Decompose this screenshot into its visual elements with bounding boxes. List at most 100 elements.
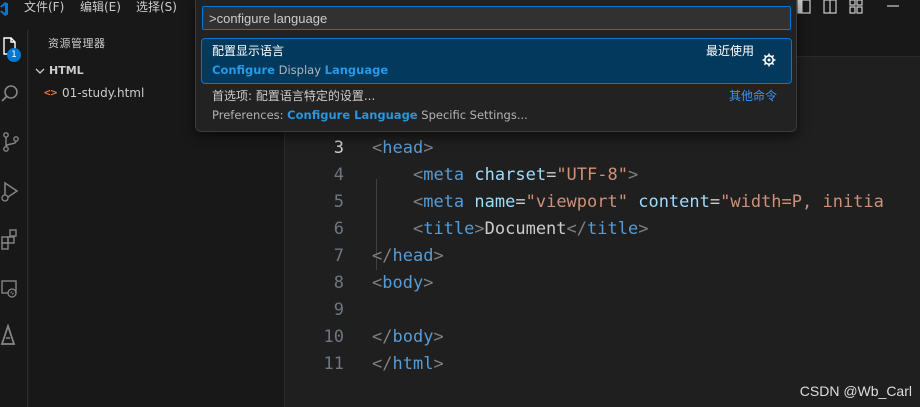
code-token: > [433,246,444,266]
code-line[interactable]: 11 </html> [285,351,920,378]
code-token: body [382,273,424,293]
command-item-configure-language-settings[interactable]: 首选项: 配置语言特定的设置... Preferences: Configure… [202,84,791,128]
line-number: 6 [333,219,344,239]
code-token: </ [372,354,393,374]
detail-highlight: Language [324,63,389,77]
detail-highlight: Configure Language [287,108,418,122]
code-line[interactable]: 5 <meta name="viewport" content="width=P… [285,189,920,216]
code-text: </html> [372,351,444,378]
code-token: </ [372,246,393,266]
minimize-icon[interactable] [885,0,901,14]
source-control-icon[interactable] [0,130,24,154]
activity-bar: 1 [0,30,28,407]
code-token: = [709,192,721,212]
code-token: title [587,219,639,239]
code-token: meta [423,192,465,212]
search-icon[interactable] [0,82,24,106]
code-text: <meta charset="UTF-8"> [372,162,638,189]
code-token: = [515,192,526,212]
line-number: 3 [333,138,344,158]
command-item-configure-display-language[interactable]: 配置显示语言 Configure Display Language 最近使用 [201,38,792,84]
code-text: <title>Document</title> [372,216,649,243]
menu-selection[interactable]: 选择(S) [136,0,177,14]
code-line[interactable]: 7 </head> [285,243,920,270]
toggle-primary-sidebar-icon[interactable] [796,0,812,14]
command-label: 首选项: 配置语言特定的设置... [212,89,376,103]
code-token: Document [484,219,567,239]
recently-used-tag: 最近使用 [705,44,754,58]
code-line[interactable]: 9 [285,297,920,324]
code-token: body [392,327,434,347]
code-token: "width=P, initia [720,192,884,212]
code-token: head [392,246,434,266]
chevron-down-icon [35,68,45,74]
code-token: > [423,138,434,158]
code-token: title [423,219,475,239]
line-number: 11 [323,354,344,374]
code-token: name [474,192,516,212]
command-label: 配置显示语言 [212,44,285,58]
sidebar-title: 资源管理器 [48,37,106,50]
command-palette: 配置显示语言 Configure Display Language 最近使用 首… [195,0,797,132]
code-line[interactable]: 10 </body> [285,324,920,351]
customize-layout-icon[interactable] [848,0,864,14]
code-text: </head> [372,243,444,270]
command-palette-input[interactable] [202,6,791,30]
command-detail: Configure Display Language [212,63,388,77]
detail-text: Preferences: [212,108,288,122]
detail-highlight: Configure [212,63,275,77]
code-token: charset [474,165,547,185]
tree-section-label: HTML [49,64,84,77]
run-debug-icon[interactable] [0,180,24,204]
code-token: > [423,273,434,293]
remote-explorer-icon[interactable] [0,278,24,302]
code-line[interactable]: 6 <title>Document</title> [285,216,920,243]
code-token: > [433,327,444,347]
menu-edit[interactable]: 编辑(E) [80,0,121,14]
line-number: 4 [333,165,344,185]
code-text: <head> [372,135,433,162]
code-token: > [474,219,485,239]
menu-file[interactable]: 文件(F) [24,0,64,14]
testing-icon[interactable] [0,324,24,348]
code-line[interactable]: 4 <meta charset="UTF-8"> [285,162,920,189]
code-token: </ [566,219,588,239]
explorer-badge: 1 [7,48,21,62]
line-number: 8 [333,273,344,293]
code-token: meta [423,165,465,185]
code-token: "UTF-8" [556,165,628,185]
code-token: content [638,192,710,212]
toggle-panel-icon[interactable] [822,0,838,14]
gear-icon[interactable] [761,52,777,68]
line-number: 10 [323,327,344,347]
line-number: 5 [333,192,344,212]
other-commands-link[interactable]: 其他命令 [729,87,777,104]
detail-text: Specific Settings... [417,108,528,122]
code-token: </ [372,327,393,347]
code-token: head [382,138,424,158]
detail-text: Display [274,63,325,77]
code-line[interactable]: 3 <head> [285,135,920,162]
line-number: 9 [333,300,344,320]
vscode-logo-icon [0,2,8,16]
code-token: "viewport" [525,192,628,212]
code-text: </body> [372,324,444,351]
line-number: 7 [333,246,344,266]
code-text: <meta name="viewport" content="width=P, … [372,189,884,216]
watermark: CSDN @Wb_Carl [799,383,912,399]
code-token: = [546,165,557,185]
code-token: < [372,273,383,293]
code-token: > [433,354,444,374]
code-line[interactable]: 8 <body> [285,270,920,297]
code-token: html [392,354,434,374]
code-token: < [412,219,424,239]
extensions-icon[interactable] [0,228,24,252]
code-text: <body> [372,270,433,297]
code-token: < [412,165,424,185]
code-token: < [412,192,424,212]
